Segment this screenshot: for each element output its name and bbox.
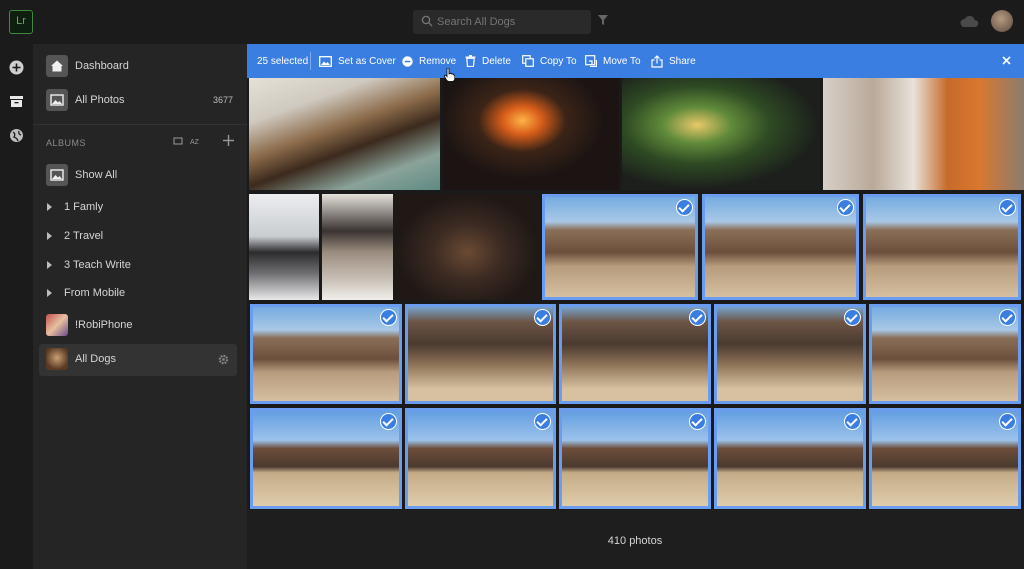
user-avatar[interactable] [991,10,1013,32]
photo-thumbnail[interactable] [869,408,1021,509]
selected-check-icon[interactable] [844,309,861,326]
selected-check-icon[interactable] [999,413,1016,430]
svg-text:AZ: AZ [190,139,200,146]
photo-thumbnail[interactable] [396,194,539,300]
selection-count: 25 selected [257,55,309,67]
add-album-icon[interactable] [223,135,234,146]
selected-check-icon[interactable] [380,309,397,326]
sidebar-item-label: From Mobile [64,287,126,299]
photo-thumbnail[interactable] [405,304,556,404]
trash-icon [465,55,476,67]
copy-to-button[interactable]: Copy To [522,44,577,78]
photo-thumbnail[interactable] [559,408,711,509]
photo-thumbnail[interactable] [249,78,440,190]
photo-thumbnail[interactable] [443,78,619,190]
sidebar-item-label: 1 Famly [64,201,104,213]
sidebar-item-label: Dashboard [75,60,129,72]
add-photos-icon[interactable] [9,60,24,75]
lightroom-logo[interactable]: Lr [9,10,33,34]
selected-check-icon[interactable] [380,413,397,430]
albums-section-title: ALBUMS [46,138,87,148]
expand-caret-icon[interactable] [47,203,52,211]
photo-thumbnail[interactable] [542,194,698,300]
photo-grid [247,78,1024,510]
left-rail [0,44,33,569]
photos-icon [46,89,68,111]
photo-count: 3677 [212,95,233,105]
photo-thumbnail[interactable] [250,408,402,509]
sidebar-item-robiphone[interactable]: !RobiPhone [33,310,247,342]
photo-thumbnail[interactable] [702,194,859,300]
photo-thumbnail[interactable] [869,304,1021,404]
expand-caret-icon[interactable] [47,232,52,240]
sidebar-item-label: 3 Teach Write [64,259,131,271]
album-icon [46,164,68,186]
selected-check-icon[interactable] [534,309,551,326]
set-as-cover-button[interactable]: Set as Cover [319,44,396,78]
hand-cursor-icon [444,68,455,82]
sidebar-item-label: 2 Travel [64,230,104,242]
album-thumbnail [46,314,68,336]
photo-thumbnail[interactable] [249,194,319,300]
selected-check-icon[interactable] [689,309,706,326]
close-icon[interactable] [1000,54,1013,67]
sidebar-item-show-all[interactable]: Show All [33,160,247,192]
photo-thumbnail[interactable] [714,408,866,509]
search-input[interactable] [437,13,585,31]
delete-button[interactable]: Delete [465,44,511,78]
selected-check-icon[interactable] [999,309,1016,326]
lightroom-app: Lr Dashboard All Photos 3677 ALBU [0,0,1024,569]
selected-check-icon[interactable] [689,413,706,430]
sidebar-item-dashboard[interactable]: Dashboard [33,51,247,83]
share-icon [651,54,663,68]
move-to-button[interactable]: Move To [585,44,641,78]
selected-check-icon[interactable] [837,199,854,216]
library-icon[interactable] [9,94,24,109]
photo-thumbnail[interactable] [405,408,556,509]
album-settings-icon[interactable] [173,136,183,146]
search-box[interactable] [413,10,591,34]
selection-action-bar: 25 selected Set as Cover Remove Delete C… [247,44,1024,78]
photo-thumbnail[interactable] [622,78,820,190]
search-icon [421,15,433,27]
photo-thumbnail[interactable] [559,304,711,404]
photo-thumbnail[interactable] [823,78,1024,190]
selected-check-icon[interactable] [534,413,551,430]
divider [310,52,311,70]
share-button[interactable]: Share [651,44,696,78]
selected-check-icon[interactable] [844,413,861,430]
sidebar-item-label: !RobiPhone [75,319,133,331]
top-bar: Lr [0,0,1024,44]
sidebar-item-travel[interactable]: 2 Travel [33,221,247,253]
copy-icon [522,55,534,67]
sidebar-item-label: All Dogs [75,353,116,365]
sidebar-item-from-mobile[interactable]: From Mobile [33,278,247,310]
selected-check-icon[interactable] [676,199,693,216]
sort-az-icon[interactable]: AZ [190,136,202,146]
photo-thumbnail[interactable] [863,194,1021,300]
expand-caret-icon[interactable] [47,261,52,269]
filter-icon[interactable] [597,14,609,26]
gear-icon[interactable] [218,354,229,365]
photo-thumbnail[interactable] [714,304,866,404]
move-icon [585,55,597,67]
album-thumbnail [46,348,68,370]
cloud-sync-icon[interactable] [959,15,979,28]
remove-icon [402,55,413,67]
sidebar-item-all-dogs[interactable]: All Dogs [39,344,237,376]
globe-icon[interactable] [9,128,24,143]
sidebar-item-label: All Photos [75,94,125,106]
image-icon [319,55,332,67]
selected-check-icon[interactable] [999,199,1016,216]
divider [33,124,247,125]
photo-thumbnail[interactable] [250,304,402,404]
photo-count-label: 410 photos [607,535,663,547]
home-icon [46,55,68,77]
sidebar-item-all-photos[interactable]: All Photos 3677 [33,85,247,117]
expand-caret-icon[interactable] [47,289,52,297]
photo-thumbnail[interactable] [322,194,393,300]
sidebar-item-famly[interactable]: 1 Famly [33,192,247,224]
sidebar: Dashboard All Photos 3677 ALBUMS AZ Show… [33,44,247,569]
sidebar-item-label: Show All [75,169,118,181]
